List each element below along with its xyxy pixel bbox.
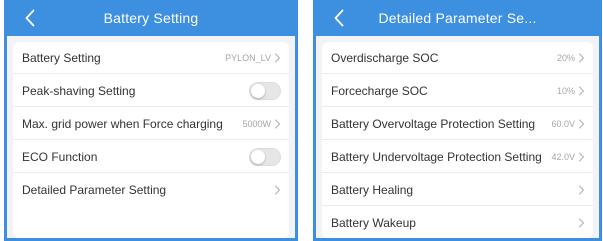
header-bar: Battery Setting xyxy=(7,0,295,36)
row-label: Detailed Parameter Setting xyxy=(22,183,167,197)
chevron-right-icon xyxy=(578,151,585,162)
battery-setting-screen: Battery Setting Battery Setting PYLON_LV… xyxy=(4,0,298,241)
chevron-right-icon xyxy=(578,218,585,228)
row-label: ECO Function xyxy=(22,149,98,164)
row-battery-healing[interactable]: Battery Healing xyxy=(322,174,593,206)
row-right xyxy=(274,185,281,195)
back-button[interactable] xyxy=(21,8,39,28)
chevron-right-icon xyxy=(274,52,281,63)
row-forcecharge-soc[interactable]: Forcecharge SOC 10% xyxy=(322,75,593,107)
row-right xyxy=(578,184,585,195)
settings-list: Battery Setting PYLON_LV Peak-shaving Se… xyxy=(13,42,289,238)
row-label: Battery Undervoltage Protection Setting xyxy=(331,149,542,164)
row-label: Overdischarge SOC xyxy=(331,50,439,65)
header-bar: Detailed Parameter Se... xyxy=(316,0,599,36)
row-label: Battery Setting xyxy=(22,50,101,65)
row-right: 20% xyxy=(557,53,585,63)
row-right: 5000W xyxy=(242,119,281,129)
row-overdischarge-soc[interactable]: Overdischarge SOC 20% xyxy=(322,42,593,74)
parameter-list: Overdischarge SOC 20% Forcecharge SOC 10… xyxy=(322,42,593,238)
chevron-left-icon xyxy=(334,9,344,27)
row-battery-setting[interactable]: Battery Setting PYLON_LV xyxy=(13,42,289,74)
chevron-right-icon xyxy=(578,52,585,63)
row-label: Battery Wakeup xyxy=(331,216,416,230)
row-value: 10% xyxy=(556,85,575,96)
row-label: Max. grid power when Force charging xyxy=(22,116,223,131)
peak-shaving-toggle[interactable] xyxy=(249,81,281,100)
row-right: PYLON_LV xyxy=(225,53,281,63)
page-title: Battery Setting xyxy=(103,10,199,26)
toggle-knob xyxy=(251,149,265,164)
chevron-right-icon xyxy=(274,118,281,129)
chevron-right-icon xyxy=(274,185,281,195)
row-battery-wakeup[interactable]: Battery Wakeup xyxy=(322,207,593,238)
row-peak-shaving: Peak-shaving Setting xyxy=(13,75,289,107)
row-right: 60.0V xyxy=(551,119,585,129)
chevron-right-icon xyxy=(578,184,585,195)
row-value: 60.0V xyxy=(551,118,575,129)
row-undervoltage-protection[interactable]: Battery Undervoltage Protection Setting … xyxy=(322,141,593,173)
row-value: 42.0V xyxy=(551,151,575,162)
row-detailed-parameter[interactable]: Detailed Parameter Setting xyxy=(13,174,289,206)
row-eco-function: ECO Function xyxy=(13,141,289,173)
row-value: 20% xyxy=(556,52,575,63)
chevron-left-icon xyxy=(25,9,35,27)
row-label: Peak-shaving Setting xyxy=(22,83,136,98)
chevron-right-icon xyxy=(578,85,585,96)
row-max-grid-power[interactable]: Max. grid power when Force charging 5000… xyxy=(13,108,289,140)
eco-function-toggle[interactable] xyxy=(249,147,281,166)
row-right: 10% xyxy=(557,86,585,96)
row-label: Battery Overvoltage Protection Setting xyxy=(331,116,536,131)
row-overvoltage-protection[interactable]: Battery Overvoltage Protection Setting 6… xyxy=(322,108,593,140)
row-label: Forcecharge SOC xyxy=(331,83,428,98)
row-value: 5000W xyxy=(242,118,271,129)
row-right xyxy=(578,218,585,228)
row-value: PYLON_LV xyxy=(225,52,271,63)
row-label: Battery Healing xyxy=(331,182,414,197)
toggle-knob xyxy=(251,83,265,98)
chevron-right-icon xyxy=(578,118,585,129)
page-title: Detailed Parameter Se... xyxy=(378,10,537,26)
back-button[interactable] xyxy=(330,8,348,28)
row-right: 42.0V xyxy=(551,152,585,162)
detailed-parameter-screen: Detailed Parameter Se... Overdischarge S… xyxy=(313,0,602,241)
